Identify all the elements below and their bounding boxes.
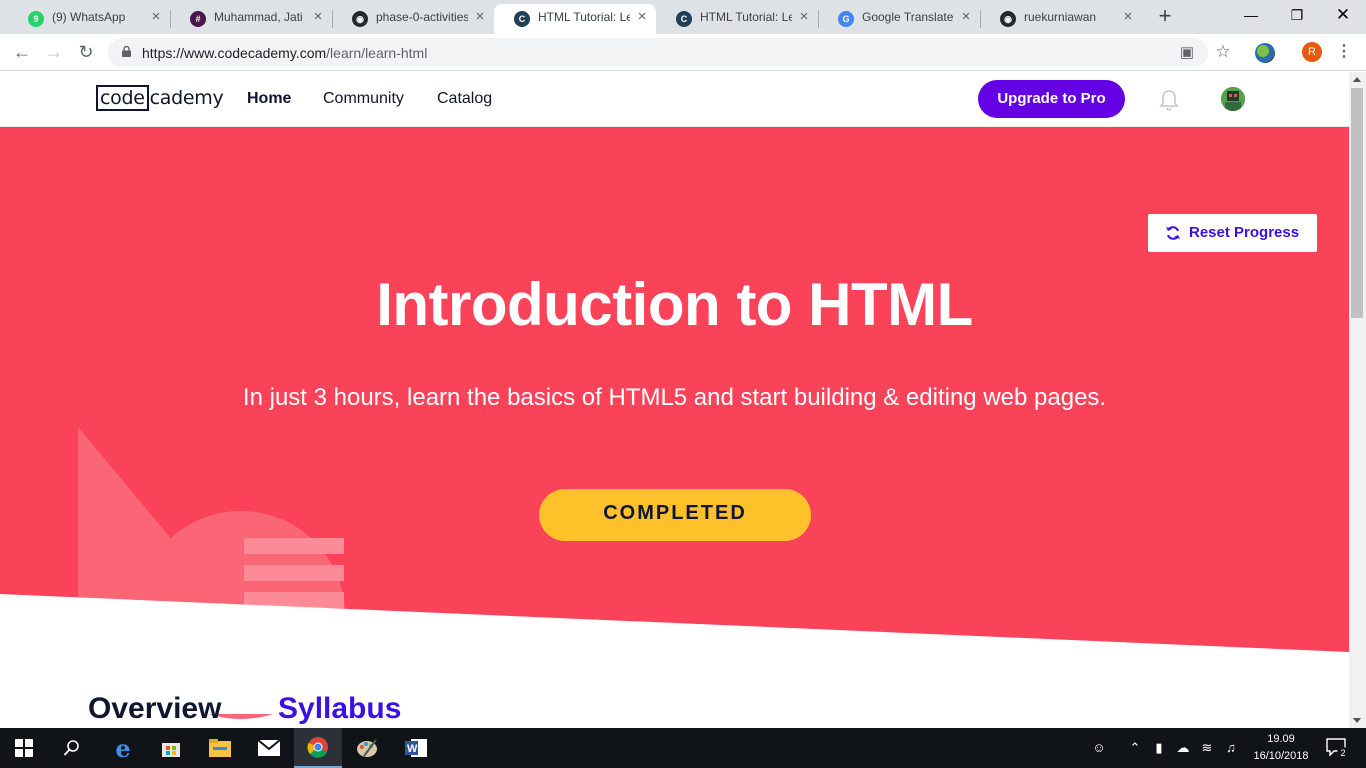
volume-icon[interactable]: ♫: [1222, 739, 1240, 757]
tab-title: (9) WhatsApp: [52, 10, 126, 24]
browser-tab[interactable]: # Muhammad, Jati T ×: [170, 4, 332, 34]
google-translate-icon: G: [838, 11, 854, 27]
browser-tab[interactable]: 9 (9) WhatsApp ×: [8, 4, 170, 34]
address-bar[interactable]: https://www.codecademy.com/learn/learn-h…: [108, 38, 1208, 67]
tab-title: HTML Tutorial: Lea: [700, 10, 792, 24]
browser-tab[interactable]: ◉ ruekurniawan ×: [980, 4, 1142, 34]
page-scrollbar[interactable]: [1349, 72, 1366, 728]
tab-close-icon[interactable]: ×: [958, 9, 974, 25]
nav-community-link[interactable]: Community: [323, 90, 404, 108]
minimize-button[interactable]: —: [1228, 0, 1274, 32]
svg-text:W: W: [407, 743, 418, 755]
scroll-thumb[interactable]: [1351, 88, 1363, 318]
browser-tab-bar: 9 (9) WhatsApp × # Muhammad, Jati T × ◉ phase-0…: [0, 0, 1366, 34]
paint-icon[interactable]: [343, 728, 391, 768]
browser-tab[interactable]: C HTML Tutorial: Lea ×: [656, 4, 818, 34]
nav-catalog-link[interactable]: Catalog: [437, 90, 492, 108]
chrome-taskbar-icon[interactable]: [294, 728, 342, 768]
notification-bell-icon[interactable]: [1159, 89, 1179, 111]
logo-rest-part: cademy: [149, 87, 224, 109]
page-viewport: Reset Progress Introduction to HTML In j…: [0, 72, 1349, 728]
windows-taskbar: e W ☺ ⌃ ▮ ☁ ≋ ♫ 19.09 16/10/2018 2: [0, 728, 1366, 768]
browser-toolbar: ← → ↻ https://www.codecademy.com/learn/l…: [0, 34, 1366, 71]
tab-syllabus[interactable]: Syllabus: [278, 692, 401, 726]
new-tab-button[interactable]: +: [1155, 5, 1175, 27]
menu-icon[interactable]: ⋮: [1336, 42, 1352, 62]
tab-overview[interactable]: Overview: [88, 692, 221, 726]
github-icon: ◉: [1000, 11, 1016, 27]
slack-icon: #: [190, 11, 206, 27]
course-subtitle: In just 3 hours, learn the basics of HTM…: [242, 384, 1107, 411]
user-avatar[interactable]: [1221, 87, 1245, 111]
course-tabs: Overview Syllabus: [0, 692, 1349, 728]
url-path: /learn/learn-html: [326, 45, 428, 61]
tab-close-icon[interactable]: ×: [796, 9, 812, 25]
browser-tab[interactable]: ◉ phase-0-activities/ ×: [332, 4, 494, 34]
windows-logo-icon: [15, 739, 33, 757]
wifi-icon[interactable]: ≋: [1198, 739, 1216, 757]
codecademy-logo[interactable]: code cademy: [96, 85, 224, 111]
translate-icon[interactable]: ▣: [1178, 44, 1196, 62]
site-header: code cademy Home Community Catalog Upgrad…: [0, 72, 1349, 127]
refresh-icon: [1166, 226, 1180, 240]
tab-close-icon[interactable]: ×: [1120, 9, 1136, 25]
tab-close-icon[interactable]: ×: [634, 9, 650, 25]
people-icon[interactable]: ☺: [1090, 739, 1108, 757]
bookmark-star-icon[interactable]: ☆: [1214, 43, 1232, 61]
logo-code-part: code: [96, 85, 149, 111]
edge-browser-icon[interactable]: e: [99, 728, 147, 768]
start-button[interactable]: [0, 728, 48, 768]
clock-time: 19.09: [1267, 733, 1295, 745]
scroll-up-arrow-icon[interactable]: [1353, 77, 1361, 82]
word-icon[interactable]: W: [392, 728, 440, 768]
tab-title: phase-0-activities/: [376, 10, 468, 24]
battery-icon[interactable]: ▮: [1150, 739, 1168, 757]
store-icon[interactable]: [147, 728, 195, 768]
codecademy-icon: C: [514, 11, 530, 27]
reset-progress-label: Reset Progress: [1189, 224, 1300, 241]
tab-title: HTML Tutorial: Lea: [538, 10, 630, 24]
back-button[interactable]: ←: [10, 40, 34, 64]
reset-progress-button[interactable]: Reset Progress: [1148, 214, 1317, 252]
file-explorer-icon[interactable]: [196, 728, 244, 768]
tab-title: ruekurniawan: [1024, 10, 1097, 24]
whatsapp-icon: 9: [28, 11, 44, 27]
forward-button[interactable]: →: [42, 40, 66, 64]
hero-section: Reset Progress Introduction to HTML In j…: [0, 127, 1349, 719]
tab-close-icon[interactable]: ×: [310, 9, 326, 25]
browser-tab[interactable]: C HTML Tutorial: Lea ×: [494, 4, 656, 34]
search-icon: [63, 740, 79, 756]
restore-button[interactable]: ❐: [1274, 0, 1320, 32]
extension-icon[interactable]: [1255, 43, 1275, 63]
tab-close-icon[interactable]: ×: [472, 9, 488, 25]
url-text: https://www.codecademy.com/learn/learn-h…: [142, 45, 427, 61]
onedrive-icon[interactable]: ☁: [1174, 739, 1192, 757]
tray-expand-icon[interactable]: ⌃: [1126, 739, 1144, 757]
notification-count-badge: 2: [1337, 747, 1349, 759]
course-title: Introduction to HTML: [376, 271, 973, 338]
browser-tab[interactable]: G Google Translate ×: [818, 4, 980, 34]
tab-close-icon[interactable]: ×: [148, 9, 164, 25]
upgrade-to-pro-button[interactable]: Upgrade to Pro: [978, 80, 1125, 118]
tab-title: Google Translate: [862, 10, 954, 24]
scroll-down-arrow-icon[interactable]: [1353, 718, 1361, 723]
url-host: https://www.codecademy.com: [142, 45, 327, 61]
github-icon: ◉: [352, 11, 368, 27]
nav-home-link[interactable]: Home: [247, 90, 291, 108]
close-window-button[interactable]: ✕: [1320, 0, 1366, 32]
completed-button[interactable]: COMPLETED: [539, 489, 811, 541]
search-button[interactable]: [48, 728, 96, 768]
clock-date: 16/10/2018: [1253, 750, 1309, 762]
profile-avatar[interactable]: R: [1302, 42, 1322, 62]
reload-button[interactable]: ↻: [74, 40, 98, 64]
lock-icon: [122, 46, 131, 57]
codecademy-icon: C: [676, 11, 692, 27]
mail-icon[interactable]: [245, 728, 293, 768]
tab-title: Muhammad, Jati T: [214, 10, 306, 24]
taskbar-clock[interactable]: 19.09 16/10/2018: [1248, 731, 1314, 765]
